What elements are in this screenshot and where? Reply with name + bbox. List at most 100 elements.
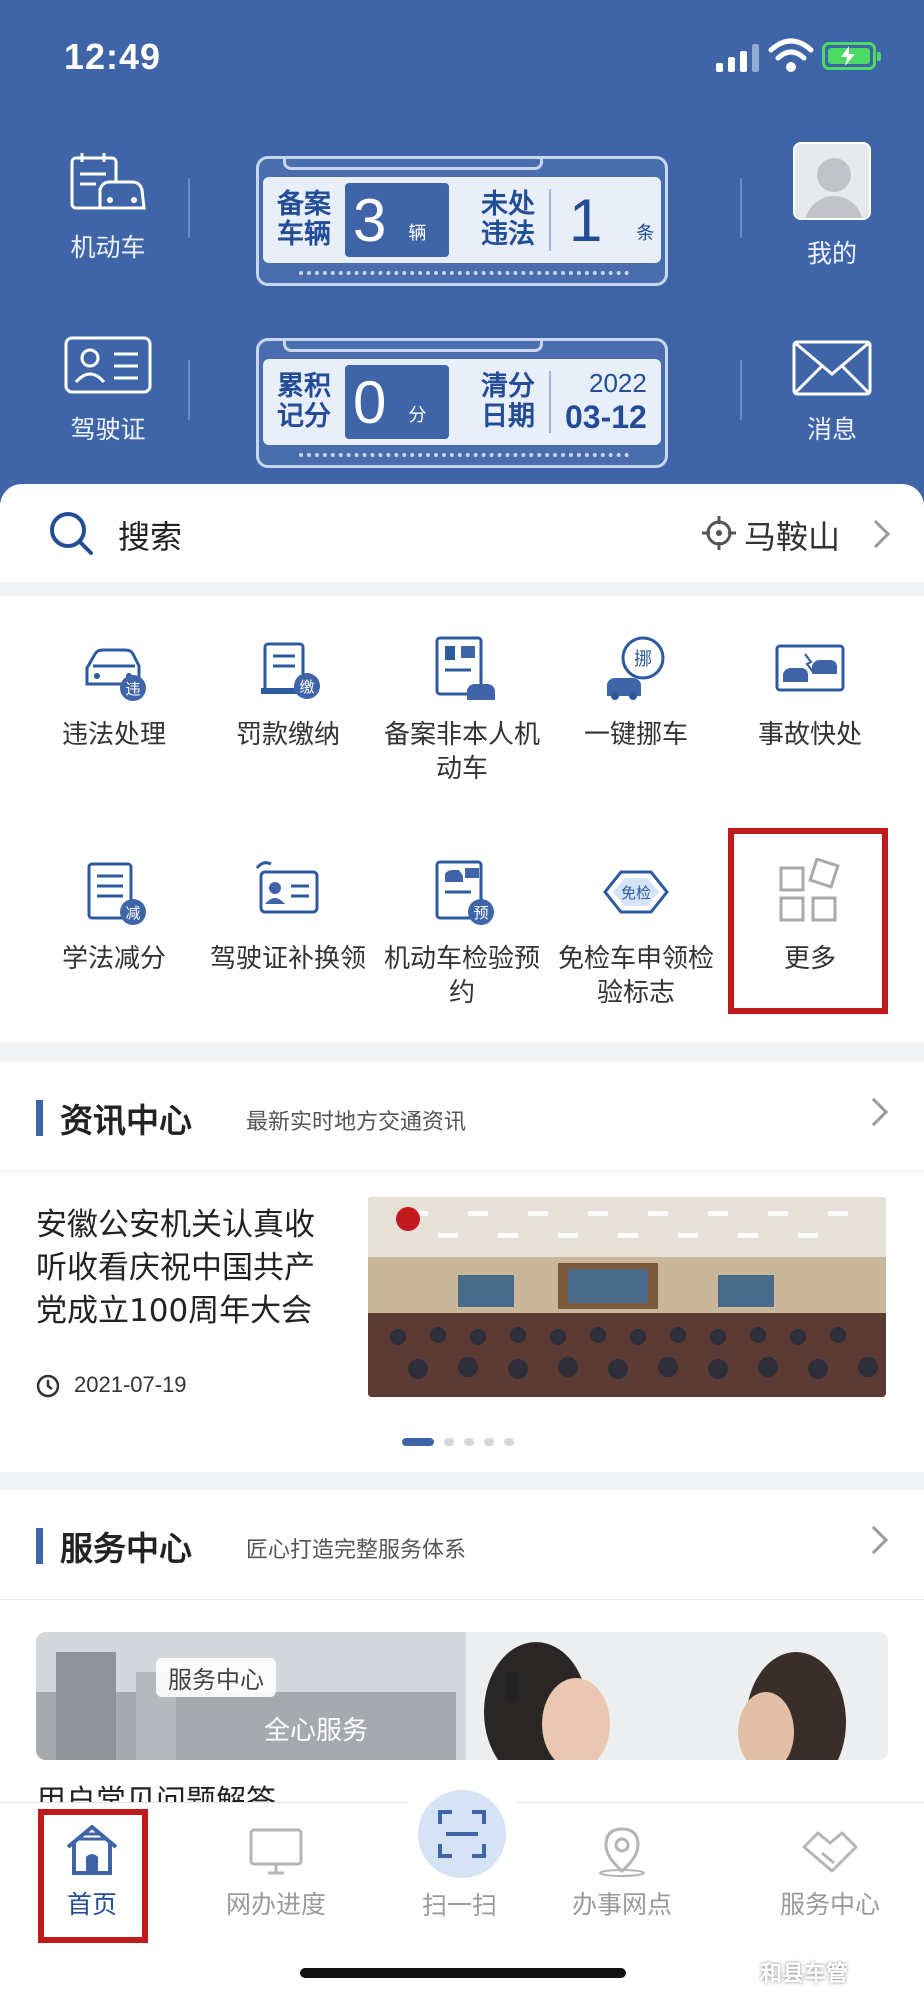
service-menu: 违 违法处理 缴 罚款缴纳 备案非本人机动车 挪 一键挪车 事故快处 减 学法减… bbox=[0, 596, 924, 1042]
search-bar[interactable]: 搜索 马鞍山 bbox=[0, 484, 924, 582]
locate-icon bbox=[702, 516, 736, 550]
section-accent-bar bbox=[36, 1528, 43, 1564]
points-value: 0 bbox=[353, 368, 387, 436]
violation-unit: 条 bbox=[636, 223, 655, 244]
accident-icon bbox=[775, 644, 845, 692]
search-icon bbox=[50, 512, 93, 555]
clear-date: 03-12 bbox=[565, 399, 647, 435]
tab-scan[interactable] bbox=[418, 1790, 506, 1878]
chevron-right-icon bbox=[859, 1097, 889, 1127]
divider bbox=[740, 360, 742, 420]
clock-icon bbox=[36, 1374, 60, 1398]
search-input[interactable]: 搜索 bbox=[118, 512, 182, 558]
watermark: 和县车管 bbox=[760, 1962, 849, 1987]
news-subtitle: 最新实时地方交通资讯 bbox=[246, 1110, 467, 1135]
svg-text:减: 减 bbox=[125, 904, 140, 922]
menu-item-accident[interactable]: 事故快处 bbox=[720, 634, 900, 752]
svg-text:缴: 缴 bbox=[299, 678, 314, 696]
tab-label: 网办进度 bbox=[225, 1890, 326, 1919]
license-replace-icon bbox=[255, 861, 319, 914]
exempt-inspection-icon: 免检 bbox=[603, 870, 669, 914]
clear-date-label: 清分 日期 bbox=[481, 371, 535, 432]
move-car-icon: 挪 bbox=[607, 636, 665, 700]
tab-label: 服务中心 bbox=[779, 1890, 880, 1919]
vehicle-icon bbox=[70, 153, 146, 210]
license-label: 驾驶证 bbox=[70, 415, 146, 444]
tab-service[interactable]: 服务中心 bbox=[750, 1827, 910, 1921]
handshake-icon bbox=[802, 1831, 858, 1873]
menu-item-inspection[interactable]: 预 机动车检验预约 bbox=[372, 858, 552, 1010]
conference-photo bbox=[368, 1197, 886, 1397]
points-unit: 分 bbox=[408, 405, 427, 426]
news-section: 资讯中心 最新实时地方交通资讯 安徽公安机关认真收听收看庆祝中国共产党成立100… bbox=[0, 1062, 924, 1472]
menu-item-study[interactable]: 减 学法减分 bbox=[24, 858, 204, 976]
service-header[interactable]: 服务中心 匠心打造完整服务体系 bbox=[0, 1490, 924, 1600]
article-image[interactable] bbox=[368, 1197, 886, 1397]
service-section: 服务中心 匠心打造完整服务体系 服务中心 全心服务 用户常见问题解答 bbox=[0, 1490, 924, 1802]
violation-count: 1 bbox=[569, 186, 603, 254]
svg-text:免检: 免检 bbox=[621, 884, 651, 902]
points-label: 累积 记分 bbox=[277, 371, 331, 432]
violation-label: 未处 违法 bbox=[481, 189, 535, 250]
menu-label: 违法处理 bbox=[61, 720, 166, 750]
cellular-signal-icon bbox=[716, 44, 762, 72]
violation-car-icon: 违 bbox=[85, 648, 146, 701]
status-time: 12:49 bbox=[64, 36, 162, 77]
menu-item-license-replace[interactable]: 驾驶证补换领 bbox=[198, 858, 378, 976]
clear-year: 2022 bbox=[589, 368, 647, 398]
news-header[interactable]: 资讯中心 最新实时地方交通资讯 bbox=[0, 1062, 924, 1172]
license-summary-card[interactable]: 累积 记分 0 分 清分 日期 2022 03-12 bbox=[256, 338, 668, 468]
banner-tag: 服务中心 bbox=[156, 1658, 276, 1697]
service-subtitle: 匠心打造完整服务体系 bbox=[246, 1538, 467, 1563]
vehicle-summary-card[interactable]: 备案 车辆 3 辆 未处 违法 1 条 bbox=[256, 156, 668, 286]
monitor-icon bbox=[249, 1828, 303, 1875]
menu-item-fine[interactable]: 缴 罚款缴纳 bbox=[198, 634, 378, 752]
svg-text:挪: 挪 bbox=[634, 649, 652, 670]
menu-item-register[interactable]: 备案非本人机动车 bbox=[372, 634, 552, 786]
news-title: 资讯中心 bbox=[60, 1101, 192, 1140]
divider bbox=[740, 178, 742, 238]
tab-progress[interactable]: 网办进度 bbox=[196, 1827, 356, 1921]
menu-item-violation[interactable]: 违 违法处理 bbox=[24, 634, 204, 752]
mine-label: 我的 bbox=[806, 239, 857, 268]
envelope-icon bbox=[792, 340, 872, 396]
license-icon bbox=[64, 336, 152, 394]
avatar bbox=[793, 142, 871, 220]
svg-text:违: 违 bbox=[125, 680, 140, 698]
header: 12:49 机动车 驾驶证 备案 车辆 3 辆 未处 违法 1 条 累积 记分 … bbox=[0, 0, 924, 540]
license-button[interactable]: 驾驶证 bbox=[48, 336, 168, 446]
fine-payment-icon: 缴 bbox=[261, 642, 320, 699]
message-label: 消息 bbox=[806, 415, 857, 444]
location-pin-icon bbox=[599, 1827, 645, 1877]
svg-text:预: 预 bbox=[473, 904, 488, 922]
highlight-box bbox=[38, 1809, 148, 1943]
menu-label: 学法减分 bbox=[61, 944, 166, 974]
menu-label: 驾驶证补换领 bbox=[209, 944, 366, 974]
carousel-indicator[interactable] bbox=[402, 1438, 514, 1446]
tab-outlets[interactable]: 办事网点 bbox=[542, 1827, 702, 1921]
scan-icon bbox=[438, 1810, 486, 1858]
mine-button[interactable]: 我的 bbox=[772, 142, 892, 270]
wechat-icon bbox=[723, 1958, 753, 1981]
study-deduct-icon: 减 bbox=[87, 862, 146, 925]
menu-label: 事故快处 bbox=[757, 720, 862, 750]
battery-icon bbox=[822, 42, 881, 70]
tab-scan-label: 扫一扫 bbox=[422, 1891, 498, 1920]
menu-label: 罚款缴纳 bbox=[235, 720, 340, 750]
city-selector[interactable]: 马鞍山 bbox=[744, 512, 840, 558]
article-title[interactable]: 安徽公安机关认真收听收看庆祝中国共产党成立100周年大会 bbox=[36, 1204, 326, 1333]
menu-label: 备案非本人机动车 bbox=[383, 720, 540, 784]
vehicle-button[interactable]: 机动车 bbox=[48, 150, 168, 264]
menu-item-exempt[interactable]: 免检 免检车申领检验标志 bbox=[546, 858, 726, 1010]
message-button[interactable]: 消息 bbox=[772, 340, 892, 446]
registered-unit: 辆 bbox=[408, 223, 427, 244]
menu-label: 机动车检验预约 bbox=[383, 944, 540, 1008]
banner-text: 全心服务 bbox=[264, 1716, 369, 1746]
highlight-box bbox=[728, 828, 888, 1014]
faq-link[interactable]: 用户常见问题解答 bbox=[36, 1780, 276, 1802]
menu-item-move-car[interactable]: 挪 一键挪车 bbox=[546, 634, 726, 752]
service-banner[interactable]: 服务中心 全心服务 bbox=[36, 1632, 888, 1760]
article-date: 2021-07-19 bbox=[74, 1372, 187, 1397]
menu-label: 一键挪车 bbox=[583, 720, 688, 750]
registered-count: 3 bbox=[353, 186, 387, 254]
